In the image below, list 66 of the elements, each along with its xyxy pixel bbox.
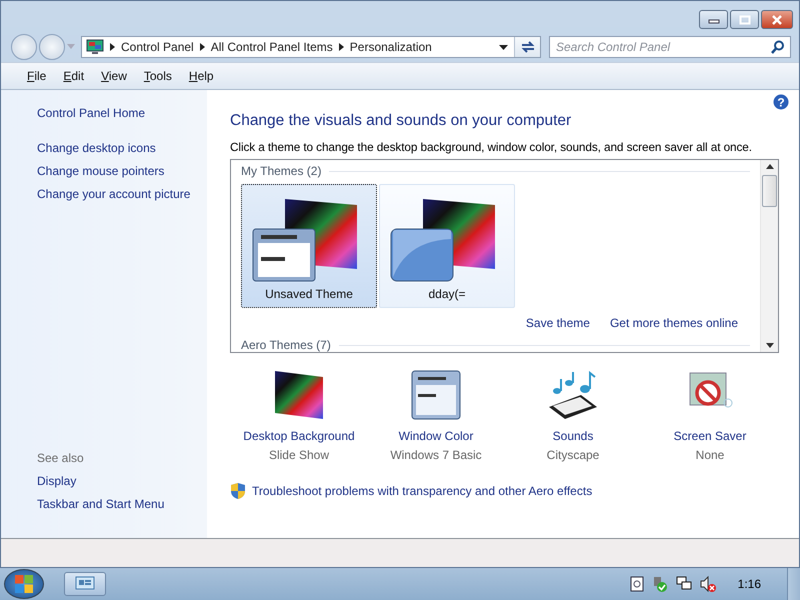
menu-item[interactable]: Tools [144, 69, 172, 83]
window-icon[interactable] [410, 369, 462, 421]
windows-logo-icon [14, 574, 34, 594]
setting-link[interactable]: Sounds [552, 429, 594, 443]
sidebar-link[interactable]: Change your account picture [37, 187, 207, 201]
refresh-button[interactable] [514, 37, 540, 57]
group-heading: My Themes (2) [241, 164, 322, 178]
menu-item[interactable]: Edit [63, 69, 84, 83]
setting-link[interactable]: Screen Saver [674, 429, 746, 443]
minimize-button[interactable] [699, 10, 728, 29]
breadcrumb[interactable]: Control Panel [121, 40, 194, 54]
theme-tile[interactable]: Unsaved Theme [241, 184, 377, 308]
setting-link[interactable]: Window Color [398, 429, 474, 443]
setting-value: Slide Show [268, 448, 330, 462]
search-field[interactable]: Search Control Panel [549, 36, 791, 58]
network-icon[interactable] [676, 576, 692, 592]
page-description: Click a theme to change the desktop background, window color, sounds, and screen saver all at once. [230, 140, 753, 154]
vertical-scrollbar[interactable] [760, 160, 778, 352]
chevron-icon[interactable] [338, 43, 344, 51]
music-keyboard-icon[interactable] [547, 369, 599, 421]
sidebar-link[interactable]: Change desktop icons [37, 141, 207, 155]
close-icon [771, 14, 783, 24]
theme-name: Unsaved Theme [265, 287, 353, 301]
monitor-icon [86, 39, 104, 55]
menu-item[interactable]: Help [188, 69, 214, 83]
restore-icon [738, 14, 750, 24]
theme-name: dday(= [428, 287, 466, 301]
address-bar[interactable]: Control Panel All Control Panel Items Personalization [81, 36, 541, 58]
theme-action-link[interactable]: Save theme [526, 316, 590, 330]
speaker-muted-icon[interactable] [700, 576, 716, 592]
menu-item[interactable]: File [27, 69, 46, 83]
control-panel-icon [75, 576, 95, 592]
setting-link[interactable]: Desktop Background [243, 429, 355, 443]
help-icon[interactable]: ? [773, 94, 789, 110]
sidebar-link[interactable]: Display [37, 474, 207, 488]
check-badge-icon[interactable] [652, 576, 668, 592]
close-button[interactable] [761, 10, 793, 29]
start-button[interactable] [4, 569, 44, 599]
search-icon [771, 40, 785, 54]
shield-icon [230, 482, 246, 500]
clock[interactable]: 1:16 [738, 577, 761, 591]
scroll-up-icon[interactable] [766, 164, 774, 169]
sidebar-link[interactable]: Taskbar and Start Menu [37, 497, 207, 511]
scroll-down-icon[interactable] [766, 343, 774, 348]
chevron-icon[interactable] [110, 43, 115, 51]
taskbar-button[interactable] [64, 572, 106, 596]
setting-value: Windows 7 Basic [390, 448, 482, 462]
sidebar-link[interactable]: Control Panel Home [37, 106, 207, 120]
troubleshoot-link[interactable]: Troubleshoot problems with transparency and other Aero effects [252, 484, 592, 498]
refresh-icon [520, 40, 536, 54]
maximize-button[interactable] [730, 10, 759, 29]
theme-action-link[interactable]: Get more themes online [610, 316, 738, 330]
menu-item[interactable]: View [101, 69, 127, 83]
page-heading: Change the visuals and sounds on your computer [230, 112, 572, 130]
see-also-heading: See also [37, 451, 85, 465]
setting-value: None [696, 448, 724, 462]
scroll-thumb[interactable] [762, 175, 777, 207]
theme-tile[interactable]: dday(= [379, 184, 515, 308]
chevron-icon[interactable] [200, 43, 205, 51]
setting-value: Cityscape [546, 448, 600, 462]
sidebar-link[interactable]: Change mouse pointers [37, 164, 207, 178]
dropdown-arrow-icon[interactable] [499, 44, 508, 50]
document-icon[interactable] [630, 576, 644, 592]
group-heading: Aero Themes (7) [241, 338, 331, 352]
breadcrumb[interactable]: Personalization [350, 40, 432, 54]
breadcrumb[interactable]: All Control Panel Items [210, 40, 333, 54]
